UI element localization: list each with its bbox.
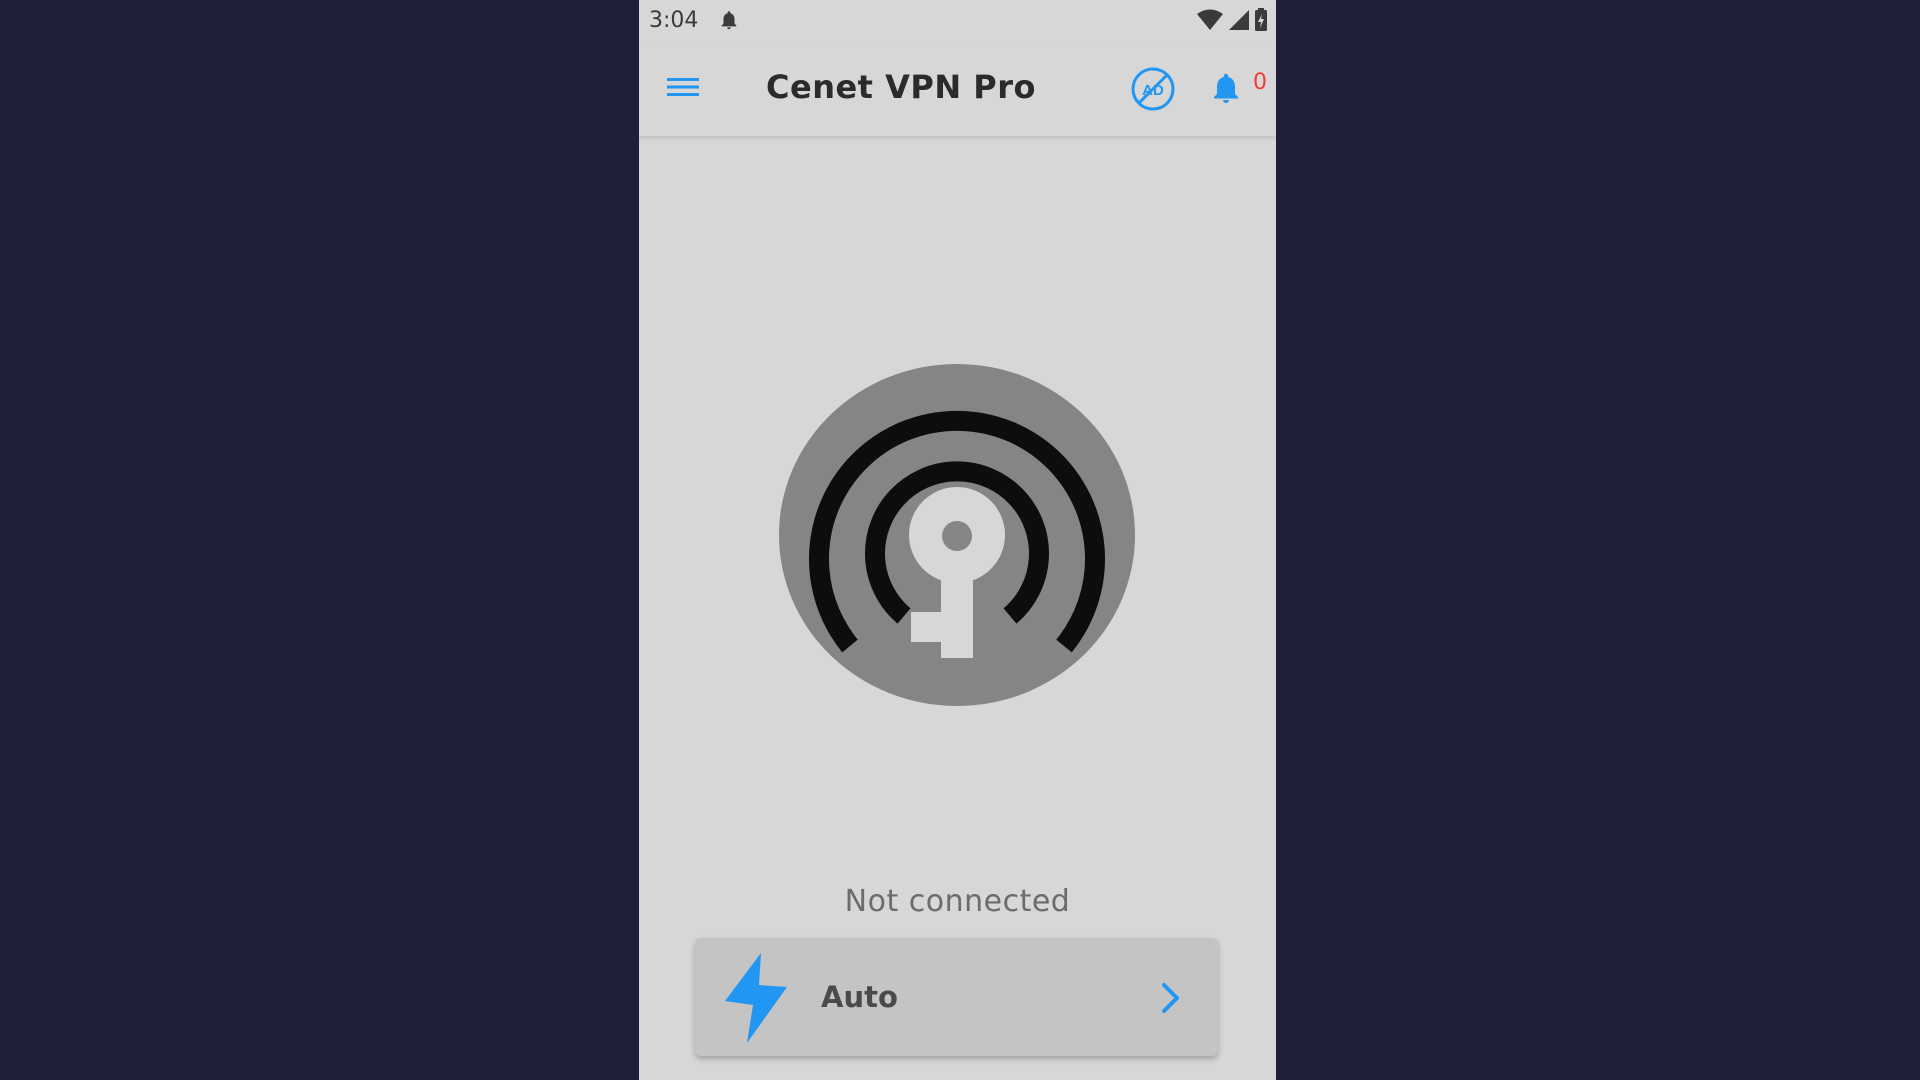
phone-screen: 3:04 Cenet VPN Pro AD xyxy=(639,0,1276,1080)
server-label: Auto xyxy=(821,980,898,1014)
status-icons xyxy=(1196,8,1268,32)
hamburger-menu-icon[interactable] xyxy=(665,72,701,102)
cell-signal-icon xyxy=(1229,10,1249,30)
wifi-icon xyxy=(1197,9,1223,30)
app-title: Cenet VPN Pro xyxy=(766,68,1036,106)
vpn-key-signal-icon xyxy=(779,364,1135,706)
no-ads-icon[interactable]: AD xyxy=(1130,66,1176,112)
connection-status: Not connected xyxy=(844,884,1071,919)
battery-charging-icon xyxy=(1255,8,1267,31)
status-time: 3:04 xyxy=(649,8,699,33)
bell-icon xyxy=(721,11,737,30)
notification-bell-icon[interactable] xyxy=(1208,68,1244,108)
notification-count-badge: 0 xyxy=(1253,70,1267,95)
server-selector-button[interactable]: Auto xyxy=(695,938,1218,1056)
app-bar: Cenet VPN Pro AD 0 xyxy=(639,42,1276,137)
lightning-bolt-icon xyxy=(725,953,787,1043)
connect-button[interactable] xyxy=(779,364,1135,706)
status-bar: 3:04 xyxy=(639,0,1276,42)
chevron-right-icon xyxy=(1162,983,1179,1013)
